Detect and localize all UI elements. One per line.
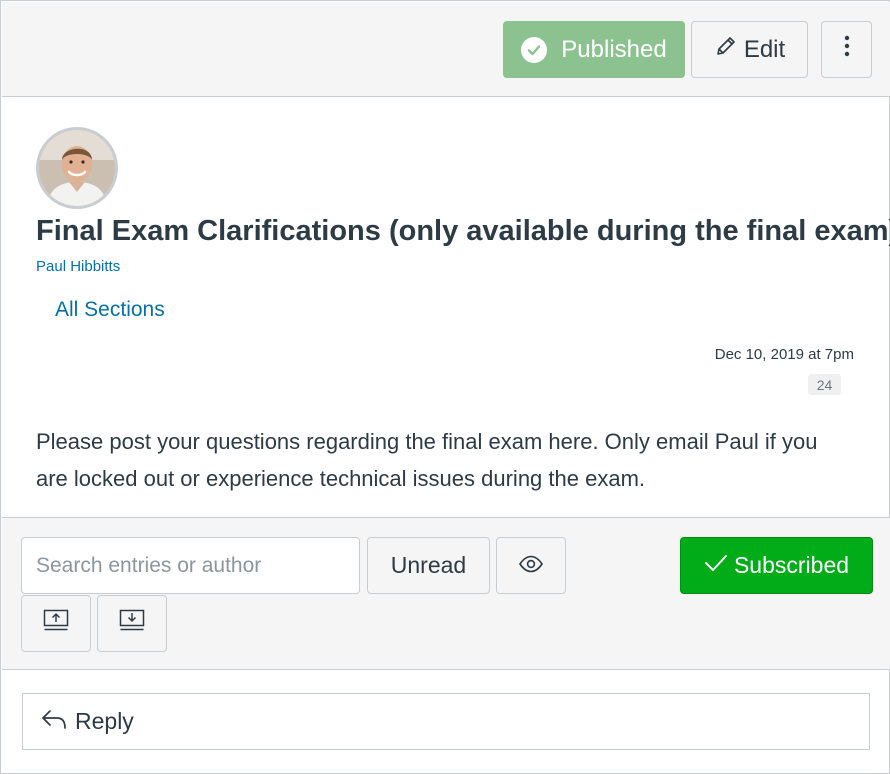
collapse-all-icon: [43, 609, 69, 638]
topic-title: Final Exam Clarifications (only availabl…: [36, 215, 890, 247]
reply-count-badge: 24: [808, 374, 841, 395]
topic-message: Please post your questions regarding the…: [36, 429, 818, 491]
author-avatar[interactable]: [36, 127, 118, 209]
edit-button[interactable]: Edit: [691, 21, 808, 78]
author-link[interactable]: Paul Hibbitts: [36, 258, 120, 275]
reply-label: Reply: [75, 708, 134, 734]
unread-label: Unread: [390, 552, 467, 578]
mark-read-button[interactable]: [496, 537, 566, 594]
reply-arrow-icon: [41, 708, 75, 736]
published-button[interactable]: Published: [503, 21, 685, 78]
topic-toolbar: Published Edit: [2, 2, 890, 97]
checkmark-icon: [704, 552, 734, 579]
expand-all-icon: [119, 609, 145, 638]
more-options-button[interactable]: [821, 21, 872, 78]
collapse-all-button[interactable]: [21, 595, 91, 652]
subscribed-button[interactable]: Subscribed: [680, 537, 873, 594]
reply-button[interactable]: Reply: [22, 693, 870, 750]
subscribed-label: Subscribed: [733, 552, 850, 578]
post-date: Dec 10, 2019 at 7pm: [714, 346, 854, 363]
check-circle-icon: [521, 36, 548, 63]
eye-icon: [518, 552, 544, 580]
discussion-filters: Unread Subscribed: [2, 517, 890, 670]
published-label: Published: [561, 35, 667, 63]
edit-label: Edit: [743, 35, 786, 63]
sections-link[interactable]: All Sections: [55, 298, 165, 322]
unread-button[interactable]: Unread: [367, 537, 490, 594]
pencil-icon: [714, 34, 744, 65]
more-vertical-icon: [844, 34, 850, 65]
discussion-panel: Published Edit Final Exam Clarifications…: [0, 0, 890, 774]
expand-all-button[interactable]: [97, 595, 167, 652]
search-input[interactable]: [21, 537, 360, 594]
